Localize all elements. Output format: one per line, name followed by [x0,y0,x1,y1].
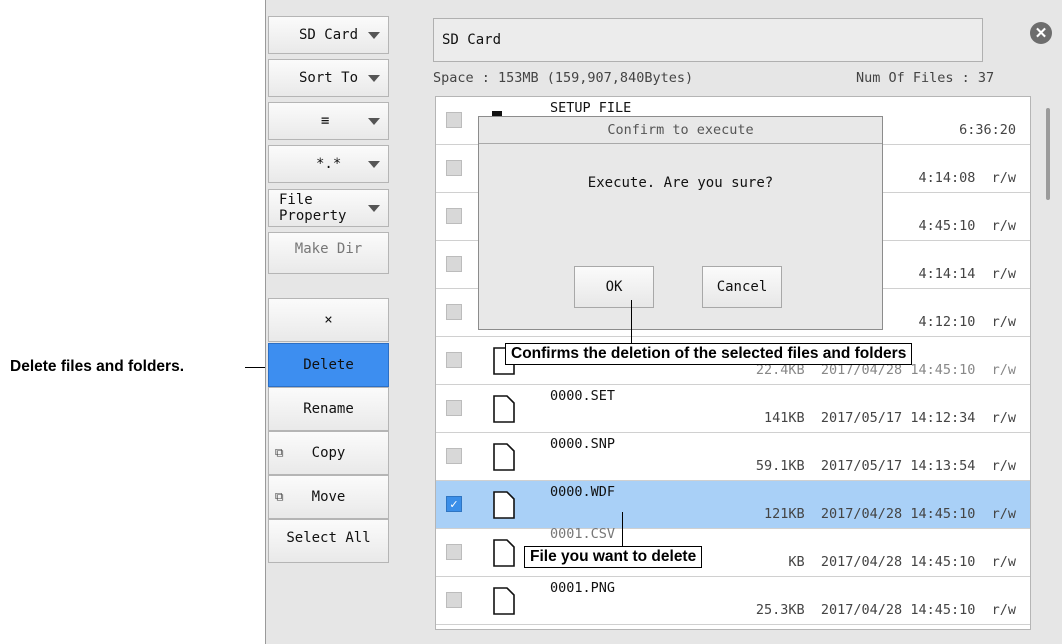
file-time: 4:14:08 [918,170,976,186]
file-size: KB [788,554,805,570]
file-time: 6:36:20 [959,122,1016,138]
dialog-title: Confirm to execute [479,117,882,144]
copy-button[interactable]: ⧉ Copy [268,431,389,475]
storage-dropdown[interactable]: SD Card [268,16,389,54]
row-checkbox[interactable] [446,352,462,368]
copy-label: Copy [311,445,346,461]
leader-line [245,367,267,368]
row-checkbox[interactable] [446,448,462,464]
file-name: SETUP FILE [550,100,632,116]
file-size: 121KB [763,506,805,522]
file-time: 14:45:10 [910,362,976,378]
file-time: 14:45:10 [910,602,976,618]
file-time: 4:12:10 [918,314,976,330]
file-attr: r/w [991,170,1016,186]
file-attr: r/w [991,410,1016,426]
leader-line [622,512,623,546]
file-attr: r/w [991,506,1016,522]
select-all-button[interactable]: Select All [268,519,389,563]
file-icon [493,443,515,471]
view-dropdown[interactable]: ≡ [268,102,389,140]
file-attr: r/w [991,218,1016,234]
move-button[interactable]: ⧉ Move [268,475,389,519]
confirm-dialog: Confirm to execute Execute. Are you sure… [478,116,883,330]
row-checkbox[interactable] [446,256,462,272]
file-meta: 121KB 2017/04/28 14:45:10 r/w [764,506,1016,522]
file-date: 2017/05/17 [820,410,903,426]
file-name: 0001.PNG [550,580,616,596]
file-attr: r/w [991,362,1016,378]
file-time: 4:14:14 [918,266,976,282]
leader-line [631,300,632,344]
file-attr: r/w [991,554,1016,570]
space-info: Space : 153MB (159,907,840Bytes) [433,70,694,86]
make-dir-button[interactable]: Make Dir [268,232,389,274]
file-time: 14:13:54 [910,458,976,474]
file-meta: 141KB 2017/05/17 14:12:34 r/w [764,410,1016,426]
file-time: 14:45:10 [910,554,976,570]
filter-dropdown[interactable]: *.* [268,145,389,183]
file-attr: r/w [991,266,1016,282]
rename-button[interactable]: Rename [268,387,389,431]
sort-dropdown[interactable]: Sort To [268,59,389,97]
file-attr: r/w [991,602,1016,618]
file-row[interactable]: 0000.SNP 59.1KB 2017/05/17 14:13:54 r/w [436,433,1030,481]
file-time: 14:12:34 [910,410,976,426]
row-checkbox[interactable] [446,112,462,128]
file-name: 0000.SNP [550,436,616,452]
row-checkbox[interactable] [446,208,462,224]
file-name: 0001.CSV [550,526,616,542]
current-path: SD Card [433,18,983,62]
move-label: Move [311,489,346,505]
file-date: 2017/04/28 [820,506,903,522]
file-time: 14:45:10 [910,506,976,522]
file-meta: 4:14:08 r/w [918,170,1016,186]
file-meta: 59.1KB 2017/05/17 14:13:54 r/w [756,458,1016,474]
file-date: 2017/04/28 [820,554,903,570]
file-date: 2017/04/28 [820,602,903,618]
row-checkbox[interactable] [446,592,462,608]
row-checkbox-checked[interactable]: ✓ [446,496,462,512]
file-meta: 4:45:10 r/w [918,218,1016,234]
file-meta: KB 2017/04/28 14:45:10 r/w [788,554,1016,570]
file-row[interactable]: 0000.SET 141KB 2017/05/17 14:12:34 r/w [436,385,1030,433]
annotation-confirm-deletion: Confirms the deletion of the selected fi… [505,343,913,365]
file-icon [493,491,515,519]
row-checkbox[interactable] [446,304,462,320]
close-icon[interactable]: ✕ [1030,22,1052,44]
file-name: 0000.SET [550,388,616,404]
scrollbar[interactable] [1046,108,1050,200]
cancel-button[interactable]: Cancel [702,266,782,308]
file-attr: r/w [991,458,1016,474]
file-time: 4:45:10 [918,218,976,234]
file-size: 59.1KB [755,458,805,474]
num-of-files: Num Of Files : 37 [856,70,995,86]
file-row[interactable]: 0001.PNG 25.3KB 2017/04/28 14:45:10 r/w [436,577,1030,625]
file-meta: 4:12:10 r/w [918,314,1016,330]
file-meta: 4:14:14 r/w [918,266,1016,282]
file-icon [493,539,515,567]
dialog-message: Execute. Are you sure? [587,175,774,191]
file-name: 0000.WDF [550,484,616,500]
row-checkbox[interactable] [446,544,462,560]
file-icon [493,395,515,423]
delete-button[interactable]: Delete [268,343,389,387]
external-link-icon: ⧉ [275,445,284,460]
file-size: 25.3KB [755,602,805,618]
cancel-action-button[interactable]: × [268,298,389,342]
external-link-icon: ⧉ [275,489,284,504]
row-checkbox[interactable] [446,160,462,176]
file-property-dropdown[interactable]: File Property [268,189,389,227]
annotation-delete-files: Delete files and folders. [10,358,184,375]
file-meta: 25.3KB 2017/04/28 14:45:10 r/w [756,602,1016,618]
file-date: 2017/05/17 [820,458,903,474]
file-attr: r/w [991,314,1016,330]
file-icon [493,587,515,615]
file-size: 141KB [763,410,805,426]
ok-button[interactable]: OK [574,266,654,308]
file-row-selected[interactable]: ✓ 0000.WDF 121KB 2017/04/28 14:45:10 r/w [436,481,1030,529]
row-checkbox[interactable] [446,400,462,416]
annotation-file-to-delete: File you want to delete [524,546,703,568]
